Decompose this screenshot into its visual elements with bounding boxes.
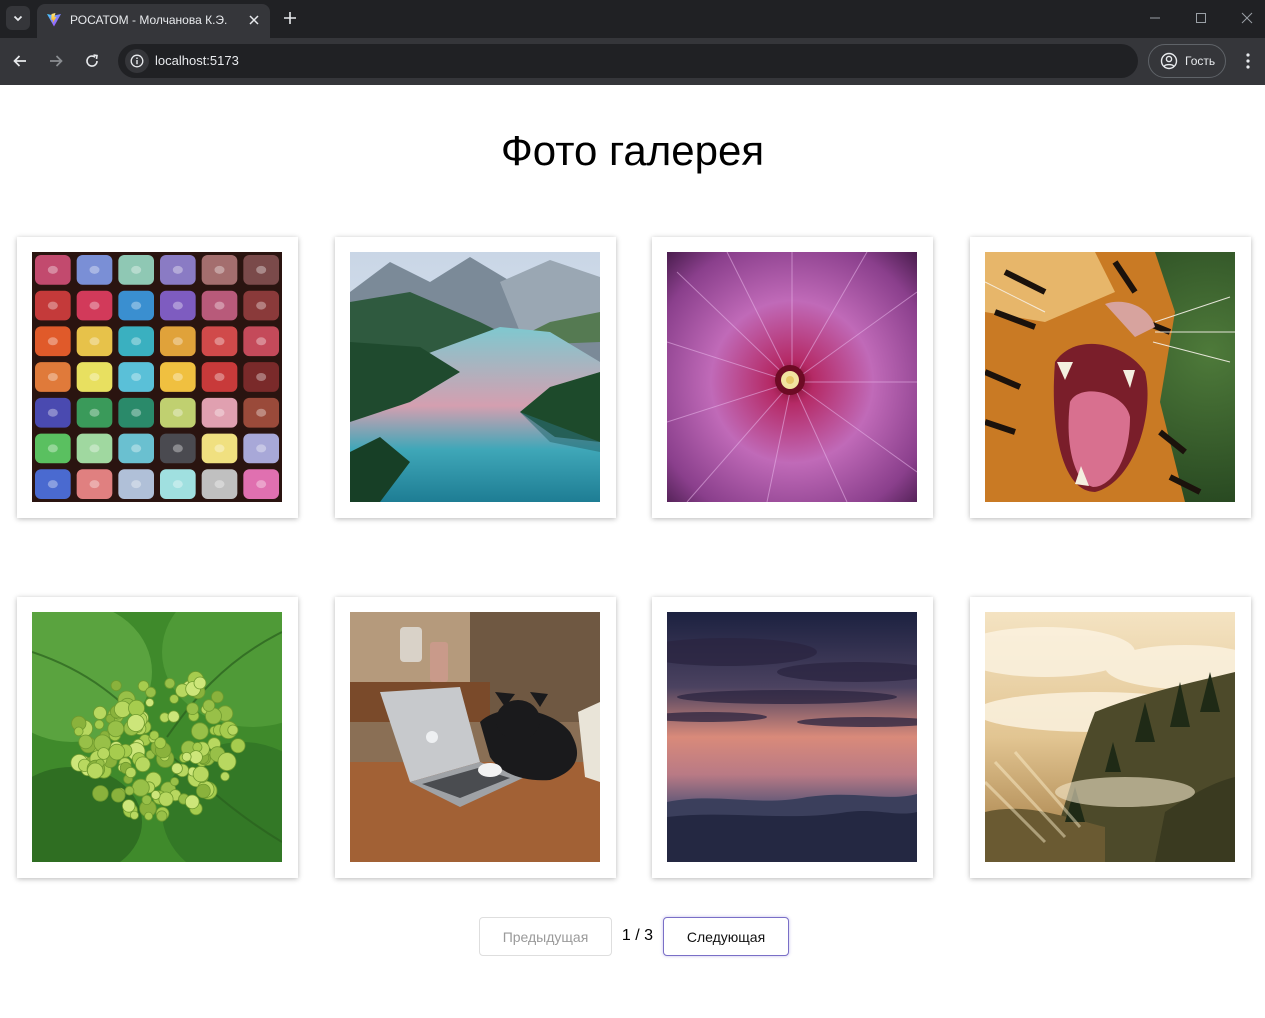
photo-mountain-lake (350, 252, 600, 502)
cat-on-laptop-image (350, 612, 600, 862)
more-vert-icon (1246, 53, 1250, 69)
photo-card[interactable] (335, 237, 616, 518)
tab-search-button[interactable] (6, 6, 30, 30)
reload-icon (86, 54, 98, 67)
account-circle-icon (1160, 52, 1178, 70)
pastel-chalks-image (32, 252, 282, 502)
chevron-down-icon (13, 15, 23, 22)
page-content: Фото галерея Предыдущая 1 / 3 Следующая (0, 85, 1265, 1018)
window-close-button[interactable] (1237, 8, 1257, 28)
mountain-lake-image (350, 252, 600, 502)
profile-label: Гость (1185, 54, 1216, 68)
new-tab-button[interactable] (280, 8, 300, 28)
next-page-button[interactable]: Следующая (663, 917, 789, 956)
previous-page-button[interactable]: Предыдущая (479, 917, 612, 956)
photo-pastel-chalks (32, 252, 282, 502)
browser-menu-button[interactable] (1237, 50, 1259, 72)
page-title: Фото галерея (500, 127, 765, 174)
photo-sunset-sky (667, 612, 917, 862)
photo-card[interactable] (335, 597, 616, 878)
minimize-icon (1150, 17, 1160, 19)
forward-button[interactable] (45, 50, 67, 72)
arrow-left-icon (13, 55, 26, 67)
maximize-button[interactable] (1191, 8, 1211, 28)
green-flower-bud-image (32, 612, 282, 862)
foggy-forest-image (985, 612, 1235, 862)
profile-button[interactable]: Гость (1148, 44, 1226, 78)
info-icon (130, 54, 144, 68)
photo-card[interactable] (652, 597, 933, 878)
site-info-button[interactable] (125, 49, 149, 73)
vite-logo-icon (47, 13, 61, 27)
pink-hibiscus-image (667, 252, 917, 502)
tab-title: РОСАТОМ - Молчанова К.Э. (70, 13, 228, 27)
photo-card[interactable] (970, 597, 1251, 878)
photo-cat-on-laptop (350, 612, 600, 862)
photo-roaring-tiger (985, 252, 1235, 502)
minimize-button[interactable] (1145, 8, 1165, 28)
close-icon (1241, 12, 1253, 24)
browser-toolbar: localhost:5173 Гость (0, 38, 1265, 85)
roaring-tiger-image (985, 252, 1235, 502)
photo-green-flower-bud (32, 612, 282, 862)
photo-card[interactable] (970, 237, 1251, 518)
browser-tab-active[interactable]: РОСАТОМ - Молчанова К.Э. (37, 4, 270, 38)
reload-button[interactable] (81, 50, 103, 72)
photo-card[interactable] (17, 237, 298, 518)
back-button[interactable] (9, 50, 31, 72)
maximize-icon (1196, 13, 1206, 23)
photo-foggy-forest (985, 612, 1235, 862)
photo-card[interactable] (652, 237, 933, 518)
photo-pink-hibiscus (667, 252, 917, 502)
browser-tab-strip: РОСАТОМ - Молчанова К.Э. (0, 0, 1265, 38)
sunset-sky-image (667, 612, 917, 862)
url-text: localhost:5173 (155, 53, 239, 68)
tab-close-button[interactable] (245, 11, 263, 29)
photo-card[interactable] (17, 597, 298, 878)
close-icon (249, 15, 259, 25)
plus-icon (284, 12, 296, 24)
arrow-right-icon (50, 55, 63, 67)
address-bar[interactable]: localhost:5173 (118, 44, 1138, 78)
page-indicator: 1 / 3 (621, 927, 654, 944)
